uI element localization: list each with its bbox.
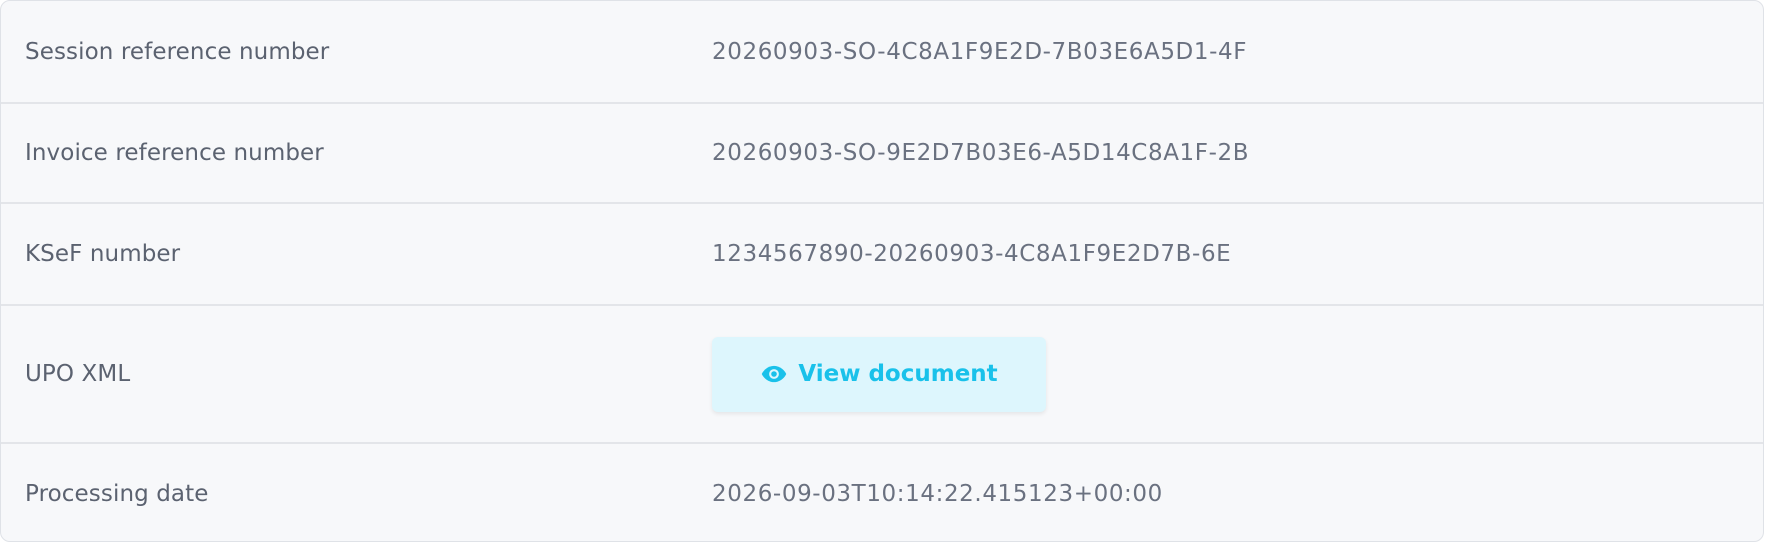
detail-row-upo-xml: UPO XML View document — [1, 306, 1763, 444]
detail-label: Processing date — [25, 480, 209, 507]
view-document-button[interactable]: View document — [712, 336, 1046, 412]
detail-label: UPO XML — [25, 361, 131, 387]
detail-row-ksef-number: KSeF number 1234567890-20260903-4C8A1F9E… — [1, 204, 1763, 306]
eye-icon — [760, 360, 788, 388]
detail-row-session-reference: Session reference number 20260903-SO-4C8… — [1, 1, 1763, 104]
detail-value: 20260903-SO-9E2D7B03E6-A5D14C8A1F-2B — [712, 140, 1250, 166]
detail-label: KSeF number — [25, 241, 181, 267]
view-document-label: View document — [798, 361, 998, 387]
detail-value: 20260903-SO-4C8A1F9E2D-7B03E6A5D1-4F — [712, 38, 1248, 65]
detail-label: Invoice reference number — [25, 140, 324, 166]
detail-row-processing-date: Processing date 2026-09-03T10:14:22.4151… — [1, 444, 1763, 541]
details-panel: Session reference number 20260903-SO-4C8… — [0, 0, 1764, 542]
detail-value: 1234567890-20260903-4C8A1F9E2D7B-6E — [712, 241, 1232, 267]
detail-value: 2026-09-03T10:14:22.415123+00:00 — [712, 480, 1163, 507]
detail-row-invoice-reference: Invoice reference number 20260903-SO-9E2… — [1, 104, 1763, 204]
detail-label: Session reference number — [25, 38, 330, 65]
